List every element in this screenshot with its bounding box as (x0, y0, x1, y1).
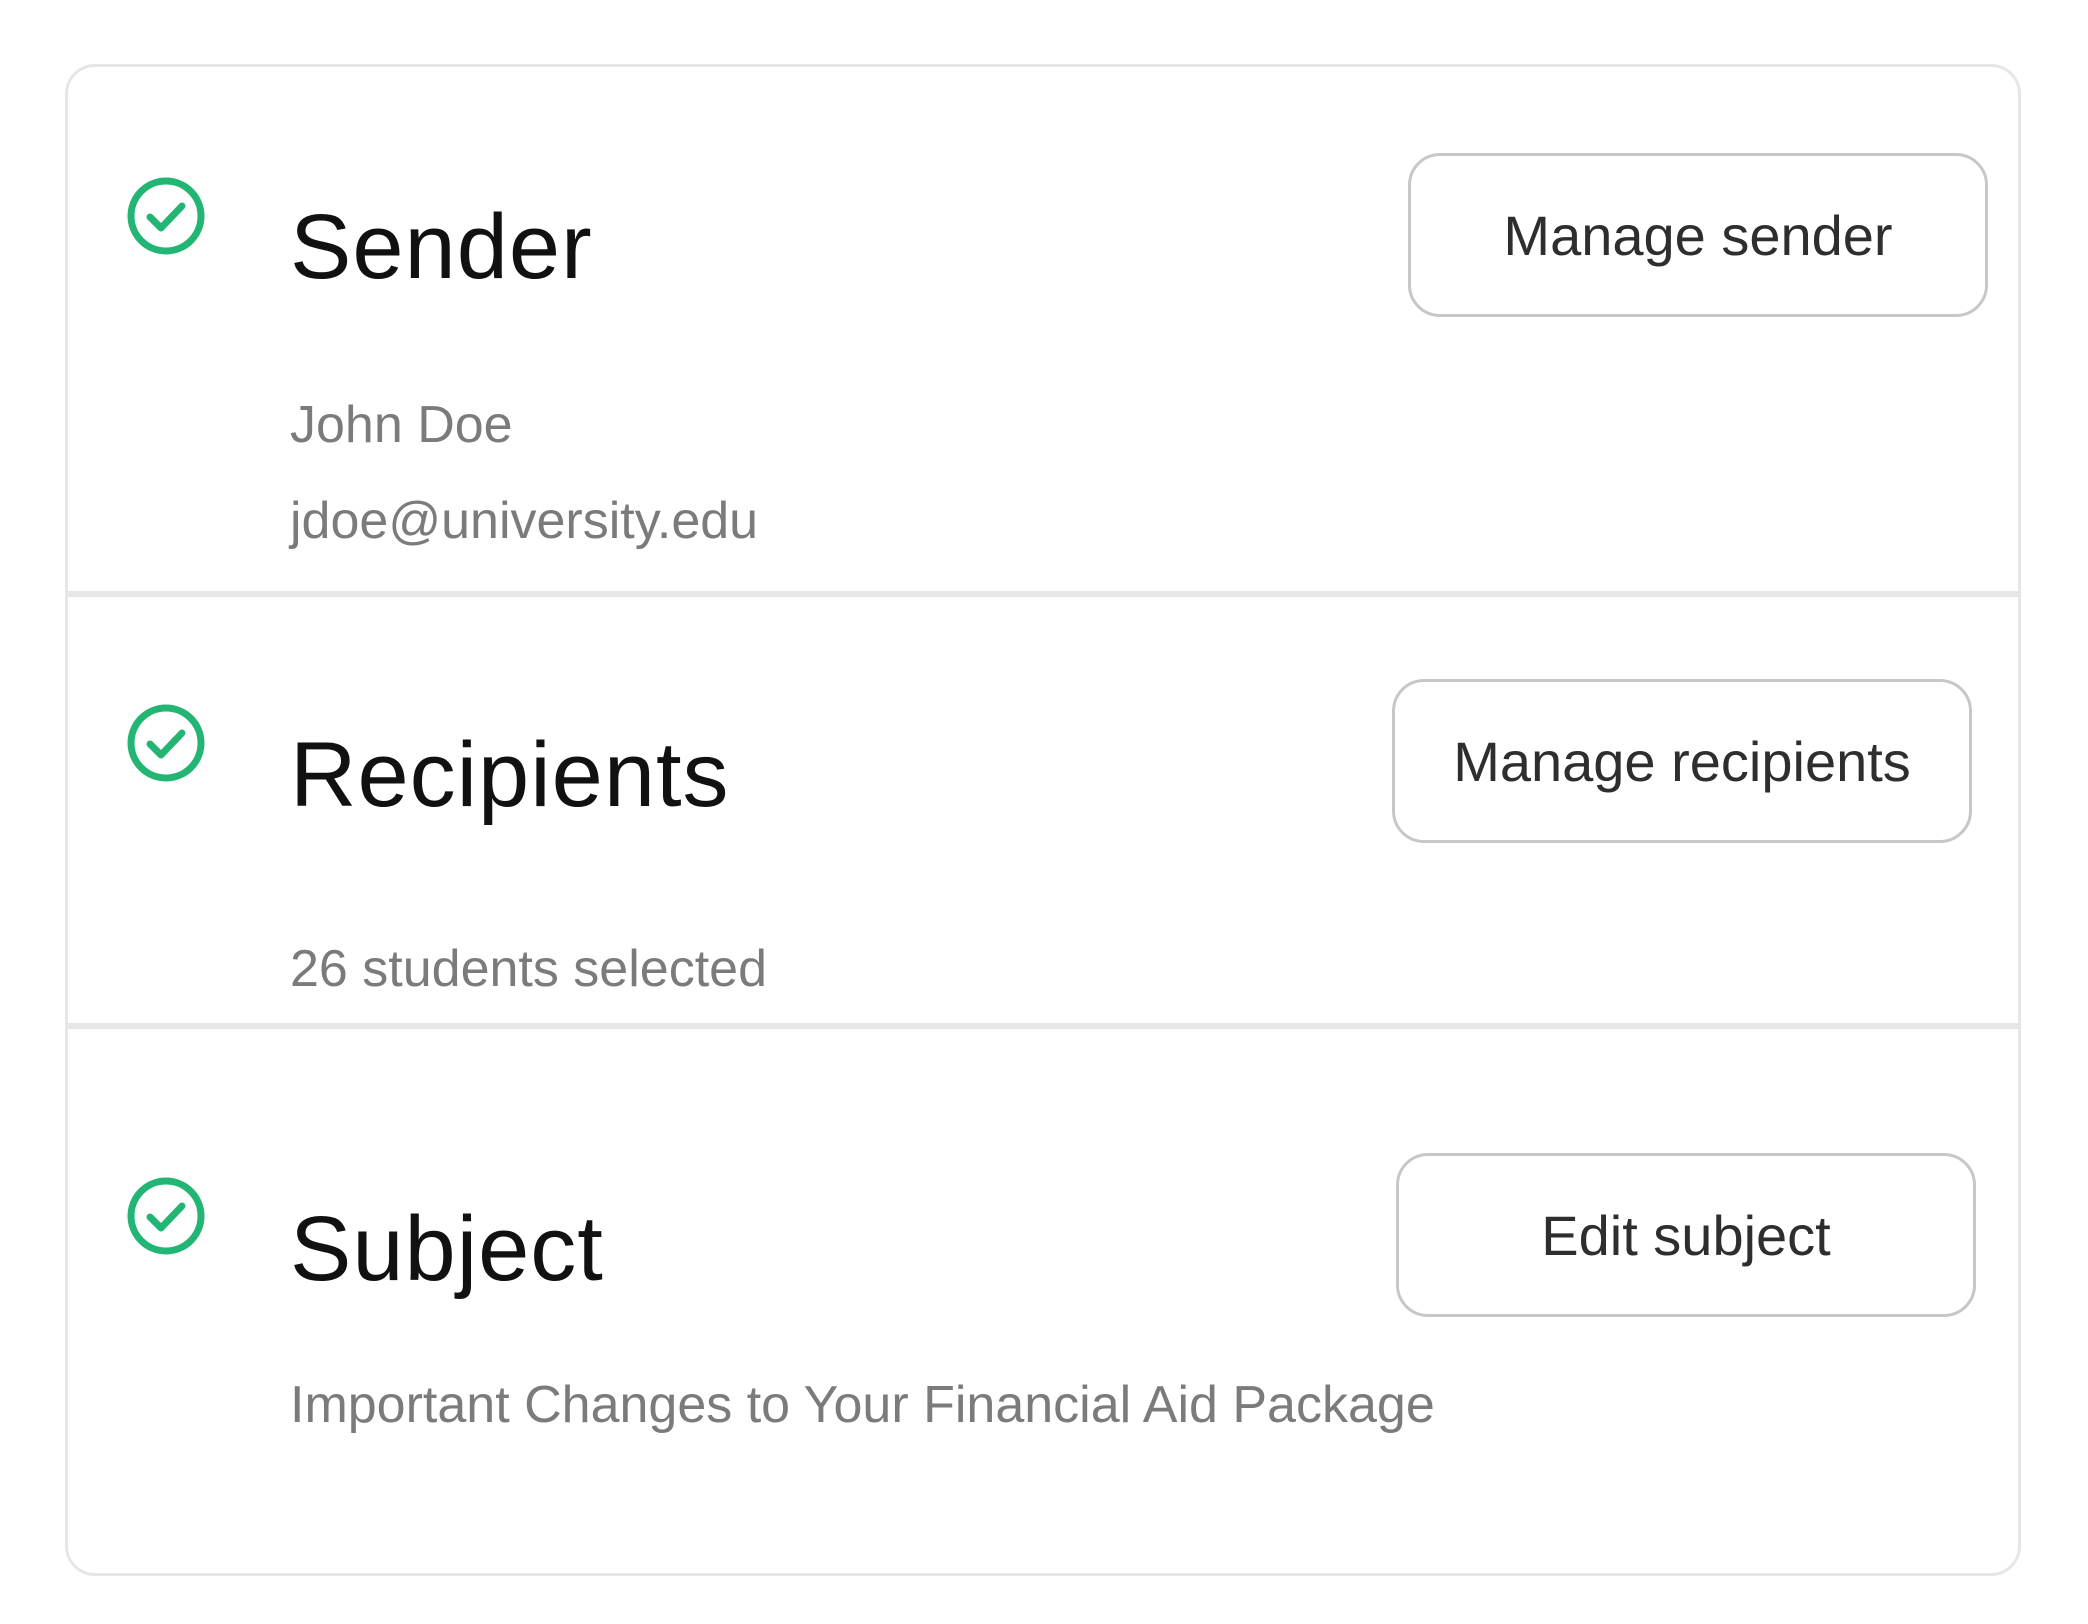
edit-subject-button[interactable]: Edit subject (1396, 1153, 1976, 1317)
manage-recipients-button[interactable]: Manage recipients (1392, 679, 1972, 843)
sender-name: John Doe (290, 396, 513, 454)
email-setup-card: Sender John Doe jdoe@university.edu Mana… (65, 64, 2021, 1576)
subject-section: Subject Important Changes to Your Financ… (68, 1029, 2018, 1573)
check-circle-icon (125, 175, 207, 257)
manage-sender-button[interactable]: Manage sender (1408, 153, 1988, 317)
section-title: Subject (290, 1198, 604, 1300)
recipients-count: 26 students selected (290, 940, 767, 998)
check-circle-icon (125, 702, 207, 784)
sender-section: Sender John Doe jdoe@university.edu Mana… (68, 67, 2018, 592)
recipients-section: Recipients 26 students selected Manage r… (68, 597, 2018, 1021)
section-title: Sender (290, 196, 593, 298)
subject-text: Important Changes to Your Financial Aid … (290, 1376, 1435, 1434)
check-circle-icon (125, 1175, 207, 1257)
section-title: Recipients (290, 724, 730, 826)
sender-email: jdoe@university.edu (290, 492, 759, 550)
